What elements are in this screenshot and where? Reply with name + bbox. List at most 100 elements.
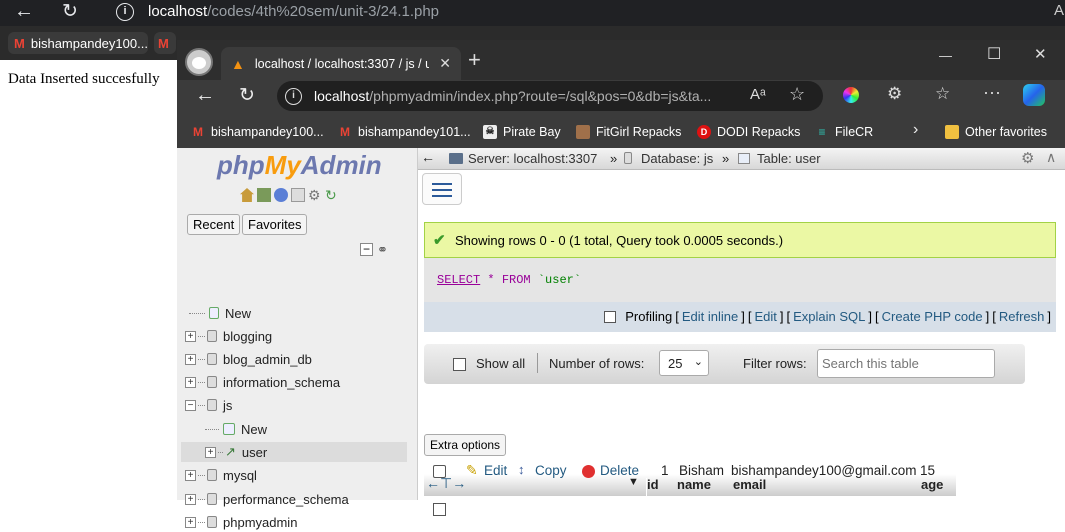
collapse-icon[interactable]: −	[185, 399, 196, 411]
settings-gear-icon[interactable]: ⚙	[308, 188, 322, 202]
sql-query-box[interactable]: SELECT * FROM `user`	[424, 258, 1056, 302]
minimize-icon[interactable]: —	[939, 48, 952, 63]
favorite-item-6[interactable]: ≡ FileCR	[815, 122, 873, 142]
expand-icon[interactable]: +	[185, 376, 196, 388]
tree-item-blogging[interactable]: + blogging	[185, 326, 272, 346]
reload-icon[interactable]: ↻	[62, 0, 78, 23]
tree-item-user[interactable]: + ↗ user	[181, 442, 407, 462]
collapse-nav-icon[interactable]: ←	[421, 149, 435, 165]
row-select-checkbox[interactable]	[433, 465, 446, 478]
tree-item-mysql[interactable]: + mysql	[185, 465, 257, 485]
expand-icon[interactable]: +	[185, 516, 196, 528]
profile-avatar[interactable]	[185, 48, 213, 76]
refresh-link[interactable]: Refresh	[999, 309, 1045, 324]
expand-icon[interactable]: +	[185, 469, 196, 481]
tree-item-blog-admin-db[interactable]: + blog_admin_db	[185, 349, 312, 369]
favorite-item-1[interactable]: M bishampandey100...	[191, 122, 324, 142]
tree-connector	[198, 404, 205, 406]
breadcrumb-database[interactable]: Database: js	[641, 151, 713, 166]
sql-keyword[interactable]: SELECT	[437, 273, 480, 287]
collapse-top-icon[interactable]: ∧	[1046, 149, 1056, 166]
edit-link[interactable]: Edit	[754, 309, 776, 324]
rows-select[interactable]: 25 ⌄	[659, 350, 709, 376]
delete-row-link[interactable]: Delete	[600, 463, 639, 478]
tree-item-js-new[interactable]: New	[205, 419, 267, 439]
recent-tab[interactable]: Recent	[187, 214, 241, 235]
favorites-list-icon[interactable]: ☆	[935, 84, 950, 104]
pirate-bay-icon: ☠	[483, 125, 497, 139]
chevron-right-icon[interactable]: ›	[913, 121, 918, 139]
logout-icon[interactable]	[257, 188, 271, 202]
profiling-checkbox[interactable]	[604, 310, 617, 323]
maximize-icon[interactable]: ☐	[987, 44, 1001, 64]
back-address-bar[interactable]: localhost/codes/4th%20sem/unit-3/24.1.ph…	[148, 3, 439, 20]
favorite-item-2[interactable]: M bishampandey101...	[338, 122, 471, 142]
expand-icon[interactable]: +	[185, 353, 196, 365]
tree-item-performance-schema[interactable]: + performance_schema	[185, 489, 349, 509]
settings-gear-icon[interactable]: ⚙	[1021, 149, 1034, 167]
link-icon[interactable]: ⚭	[377, 242, 388, 258]
tree-item-js[interactable]: − js	[185, 395, 232, 415]
copy-row-link[interactable]: Copy	[535, 463, 567, 478]
color-extension-icon[interactable]	[843, 87, 859, 103]
back-read-aloud-icon[interactable]: A	[1054, 2, 1064, 19]
site-info-icon[interactable]: i	[116, 3, 134, 21]
reload-icon[interactable]: ↻	[239, 84, 255, 107]
collapse-all-icon[interactable]: −	[360, 243, 373, 256]
phpmyadmin-favicon-icon: ▲	[231, 55, 245, 72]
more-menu-icon[interactable]: ···	[983, 82, 1001, 103]
docs-icon[interactable]	[291, 188, 305, 202]
close-window-icon[interactable]: ✕	[1034, 45, 1047, 63]
new-tab-icon[interactable]: +	[468, 47, 481, 73]
phpmyadmin-logo[interactable]: phpMyAdmin	[217, 150, 382, 181]
active-tab[interactable]: ▲ localhost / localhost:3307 / js / u ✕	[221, 47, 461, 80]
profiling-links: Profiling [Edit inline] [Edit] [Explain …	[604, 309, 1051, 324]
menu-toggle-button[interactable]	[422, 173, 462, 205]
database-icon	[207, 353, 217, 365]
back-arrow-icon[interactable]: ←	[195, 84, 215, 107]
back-tab-gmail-2[interactable]: M	[154, 32, 176, 54]
favorite-item-3[interactable]: ☠ Pirate Bay	[483, 122, 561, 142]
site-info-icon[interactable]: i	[285, 87, 302, 105]
row-checkbox[interactable]	[433, 503, 446, 516]
extra-options-button[interactable]: Extra options	[424, 434, 507, 456]
expand-icon[interactable]: +	[185, 493, 196, 505]
tree-item-phpmyadmin[interactable]: + phpmyadmin	[185, 512, 297, 532]
other-favorites[interactable]: Other favorites	[945, 122, 1047, 142]
edit-row-link[interactable]: Edit	[484, 463, 507, 478]
favorite-label: DODI Repacks	[717, 125, 801, 139]
show-all-checkbox[interactable]	[453, 358, 466, 371]
favorite-item-5[interactable]: D DODI Repacks	[697, 122, 800, 142]
front-browser-window: ▲ localhost / localhost:3307 / js / u ✕ …	[177, 40, 1065, 530]
other-favorites-label: Other favorites	[965, 125, 1047, 139]
tree-item-new[interactable]: New	[185, 303, 251, 323]
create-php-code-link[interactable]: Create PHP code	[882, 309, 983, 324]
front-address-bar[interactable]: i localhost/phpmyadmin/index.php?route=/…	[277, 81, 823, 111]
back-tab-gmail[interactable]: M bishampandey100...	[8, 32, 148, 54]
back-arrow-icon[interactable]: ←	[14, 0, 34, 23]
front-title-bar: ▲ localhost / localhost:3307 / js / u ✕ …	[177, 40, 1065, 80]
favorite-item-4[interactable]: FitGirl Repacks	[576, 122, 681, 142]
gmail-icon: M	[340, 125, 350, 139]
back-url-path: /codes/4th%20sem/unit-3/24.1.php	[207, 3, 440, 20]
reload-nav-icon[interactable]: ↻	[325, 188, 339, 202]
tab-close-icon[interactable]: ✕	[439, 55, 451, 72]
copilot-icon[interactable]	[1023, 84, 1045, 106]
favorites-tab[interactable]: Favorites	[242, 214, 308, 235]
tree-label: New	[241, 421, 268, 437]
read-aloud-icon[interactable]: Aᵃ	[750, 86, 766, 103]
success-banner: ✔ Showing rows 0 - 0 (1 total, Query too…	[424, 222, 1056, 258]
edit-inline-link[interactable]: Edit inline	[682, 309, 738, 324]
favorite-star-icon[interactable]: ☆	[789, 84, 805, 105]
breadcrumb-server[interactable]: Server: localhost:3307	[468, 151, 597, 166]
table-icon	[738, 153, 750, 164]
help-icon[interactable]	[274, 188, 288, 202]
breadcrumb-table[interactable]: Table: user	[757, 151, 821, 166]
expand-icon[interactable]: +	[185, 330, 196, 342]
tree-item-information-schema[interactable]: + information_schema	[185, 372, 340, 392]
extensions-icon[interactable]: ⚙	[887, 84, 902, 104]
expand-icon[interactable]: +	[205, 446, 216, 458]
home-icon[interactable]	[240, 188, 254, 202]
filter-input[interactable]	[817, 349, 995, 378]
explain-sql-link[interactable]: Explain SQL	[793, 309, 865, 324]
